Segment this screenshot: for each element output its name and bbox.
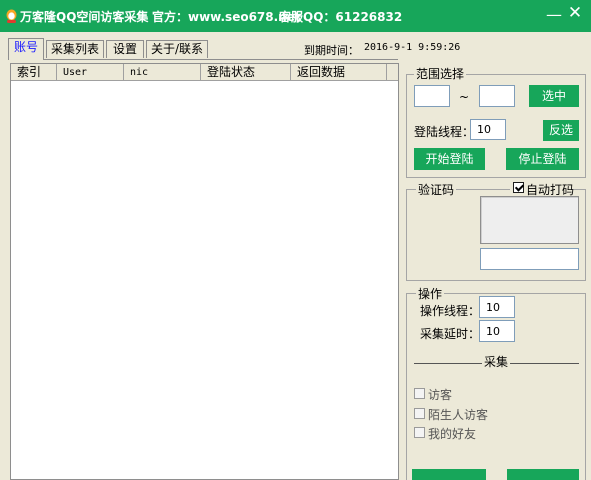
visitor-checkbox[interactable] [414,388,425,399]
operation-threads-input[interactable] [479,296,515,318]
tab-settings[interactable]: 设置 [106,40,144,58]
my-friends-label: 我的好友 [428,427,477,441]
captcha-title: 验证码 [416,183,457,197]
auto-captcha-checkbox[interactable] [513,182,524,193]
tab-about-contact[interactable]: 关于/联系 [146,40,208,58]
account-list-view[interactable]: 索引 User nic 登陆状态 返回数据 [10,63,399,480]
captcha-input[interactable] [480,248,579,270]
captcha-image [480,196,579,244]
close-button[interactable]: ✕ [566,3,584,23]
title-bar: 万客隆QQ空间访客采集 官方：www.seo678.net 客服QQ：61226… [0,0,591,32]
select-button[interactable]: 选中 [529,85,579,107]
column-header-login-status[interactable]: 登陆状态 [201,64,291,81]
collect-section-label: 采集 [482,353,511,370]
collect-delay-label: 采集延时： [420,327,481,341]
app-logo-icon [6,9,17,23]
collect-delay-input[interactable] [479,320,515,342]
expire-time-label: 到期时间： [304,44,359,57]
stranger-visitor-label: 陌生人访客 [428,408,489,422]
range-to-input[interactable] [479,85,515,107]
minimize-button[interactable]: — [546,5,562,24]
stranger-visitor-checkbox[interactable] [414,408,425,419]
collect-stop-button[interactable] [507,469,579,480]
stop-login-button[interactable]: 停止登陆 [506,148,579,170]
start-login-button[interactable]: 开始登陆 [414,148,485,170]
column-header-nic[interactable]: nic [124,64,201,81]
column-header-index[interactable]: 索引 [11,64,57,81]
range-from-input[interactable] [414,85,450,107]
list-header: 索引 User nic 登陆状态 返回数据 [11,64,398,81]
auto-captcha-toggle[interactable]: 自动打码 [510,181,574,197]
column-header-user[interactable]: User [57,64,124,81]
tab-collect-list[interactable]: 采集列表 [46,40,104,58]
column-header-return-data[interactable]: 返回数据 [291,64,387,81]
login-threads-input[interactable] [470,119,506,140]
visitor-label: 访客 [428,388,453,402]
tab-strip-divider [8,59,398,60]
expire-time-value: 2016-9-1 9:59:26 [364,42,461,53]
operation-threads-label: 操作线程： [420,304,481,318]
support-qq-text: 客服QQ：61226832 [279,10,403,24]
range-select-title: 范围选择 [414,67,467,81]
my-friends-checkbox[interactable] [414,427,425,438]
operations-title: 操作 [416,287,445,301]
range-separator: ~ [459,90,470,104]
login-threads-label: 登陆线程： [414,125,475,139]
invert-select-button[interactable]: 反选 [543,120,579,141]
window-title: 万客隆QQ空间访客采集 [20,10,149,24]
tab-account[interactable]: 账号 [8,38,44,60]
collect-start-button[interactable] [412,469,486,480]
